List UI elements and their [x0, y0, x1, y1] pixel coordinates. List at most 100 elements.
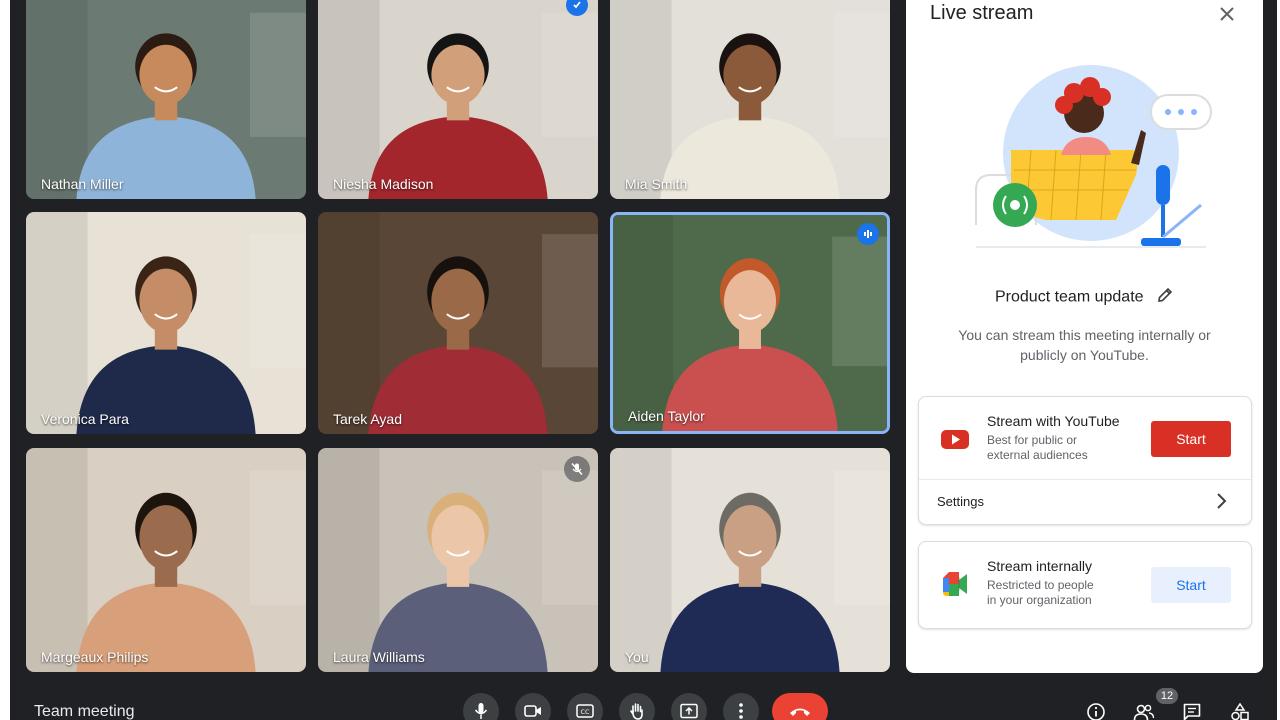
- youtube-stream-subtitle: Best for public or external audiences: [987, 433, 1088, 463]
- participant-name: Nathan Miller: [41, 176, 124, 192]
- background-shape: [26, 212, 88, 434]
- background-shape: [610, 448, 672, 672]
- person-face: [431, 505, 485, 571]
- participants-button[interactable]: [1130, 698, 1158, 720]
- youtube-subtitle-line: external audiences: [987, 448, 1088, 462]
- shapes-icon: [1231, 702, 1249, 720]
- pin-icon: [573, 1, 581, 9]
- microphone-button[interactable]: [463, 693, 499, 720]
- person-face: [723, 505, 777, 571]
- background-shape: [832, 236, 887, 367]
- live-stream-illustration: [975, 65, 1212, 248]
- edit-title-button[interactable]: [1156, 286, 1174, 309]
- close-panel-button[interactable]: [1215, 2, 1239, 26]
- participant-video: [26, 212, 306, 434]
- closed-captions-icon: CC: [576, 704, 594, 718]
- background-shape: [613, 215, 674, 431]
- background-shape: [250, 12, 306, 137]
- participant-name: Veronica Para: [41, 411, 129, 427]
- participant-tile[interactable]: Tarek Ayad: [318, 212, 598, 434]
- pencil-icon: [1158, 287, 1173, 302]
- meeting-details-button[interactable]: [1082, 698, 1110, 720]
- people-icon: [1133, 704, 1155, 720]
- leave-call-button[interactable]: [772, 693, 828, 720]
- close-icon: [1220, 7, 1234, 21]
- start-youtube-stream-button[interactable]: Start: [1151, 421, 1231, 457]
- participant-tile[interactable]: Veronica Para: [26, 212, 306, 434]
- participant-name: Niesha Madison: [333, 176, 434, 192]
- background-shape: [834, 12, 890, 137]
- activities-button[interactable]: [1226, 698, 1254, 720]
- youtube-icon: [941, 430, 969, 449]
- background-shape: [26, 0, 88, 199]
- meet-app: Nathan Miller Niesha Madison Mia Smith V…: [10, 0, 1277, 720]
- participant-name: Mia Smith: [625, 176, 688, 192]
- camera-button[interactable]: [515, 693, 551, 720]
- participant-video: [26, 0, 306, 199]
- captions-button[interactable]: CC: [567, 693, 603, 720]
- participant-tile[interactable]: Nathan Miller: [26, 0, 306, 199]
- participant-video: [26, 448, 306, 672]
- panel-title: Live stream: [930, 2, 1034, 24]
- participant-tile[interactable]: Mia Smith: [610, 0, 890, 199]
- person-face: [139, 268, 193, 333]
- youtube-stream-title: Stream with YouTube: [987, 413, 1120, 429]
- internal-stream-card: Stream internally Restricted to people i…: [918, 541, 1252, 629]
- raise-hand-button[interactable]: [619, 693, 655, 720]
- internal-subtitle-line: Restricted to people: [987, 578, 1094, 592]
- hang-up-icon: [790, 708, 810, 716]
- participant-name: Aiden Taylor: [628, 408, 705, 424]
- svg-text:CC: CC: [580, 708, 590, 716]
- settings-label: Settings: [937, 494, 984, 509]
- background-shape: [26, 448, 88, 672]
- present-icon: [680, 703, 698, 719]
- participant-video: [613, 215, 887, 431]
- more-vert-icon: [739, 703, 743, 719]
- youtube-settings-row[interactable]: Settings: [919, 479, 1251, 524]
- stream-title-text: Product team update: [995, 288, 1144, 306]
- speaking-indicator: [857, 223, 879, 245]
- participant-tile-self[interactable]: You: [610, 448, 890, 672]
- background-shape: [250, 470, 306, 605]
- stream-description: You can stream this meeting internally o…: [958, 327, 1211, 363]
- chat-icon: [1183, 703, 1201, 720]
- mic-off-icon: [571, 462, 583, 476]
- participant-name: Laura Williams: [333, 649, 425, 665]
- participant-name: You: [625, 649, 649, 665]
- stream-title: Product team update: [906, 286, 1263, 309]
- participants-count-badge: 12: [1156, 688, 1178, 704]
- chevron-right-icon: [1217, 493, 1227, 509]
- internal-stream-title: Stream internally: [987, 558, 1093, 574]
- youtube-subtitle-line: Best for public or: [987, 433, 1078, 447]
- participant-video: [318, 448, 598, 672]
- live-stream-panel: Live stream Product team update You can …: [906, 0, 1263, 673]
- background-shape: [542, 470, 598, 605]
- start-internal-stream-button[interactable]: Start: [1151, 567, 1231, 603]
- meeting-title: Team meeting: [34, 703, 135, 720]
- mic-icon: [474, 703, 488, 719]
- participant-tile[interactable]: Margeaux Philips: [26, 448, 306, 672]
- participant-tile[interactable]: Laura Williams: [318, 448, 598, 672]
- more-options-button[interactable]: [723, 693, 759, 720]
- participant-video: [610, 0, 890, 199]
- background-shape: [542, 234, 598, 368]
- background-shape: [318, 0, 380, 199]
- present-screen-button[interactable]: [671, 693, 707, 720]
- hand-icon: [630, 703, 643, 720]
- background-shape: [318, 448, 380, 672]
- internal-stream-subtitle: Restricted to people in your organizatio…: [987, 578, 1094, 608]
- participant-tile-active-speaker[interactable]: Aiden Taylor: [610, 212, 890, 434]
- background-shape: [834, 470, 890, 605]
- info-icon: [1087, 703, 1105, 720]
- person-face: [139, 44, 193, 105]
- participant-name: Margeaux Philips: [41, 649, 149, 665]
- person-face: [723, 44, 777, 105]
- chat-button[interactable]: [1178, 698, 1206, 720]
- internal-stream-row: Stream internally Restricted to people i…: [919, 542, 1251, 628]
- person-face: [431, 268, 485, 333]
- participant-tile[interactable]: Niesha Madison: [318, 0, 598, 199]
- participant-video: [610, 448, 890, 672]
- background-shape: [610, 0, 672, 199]
- background-shape: [318, 212, 380, 434]
- youtube-stream-row: Stream with YouTube Best for public or e…: [919, 397, 1251, 479]
